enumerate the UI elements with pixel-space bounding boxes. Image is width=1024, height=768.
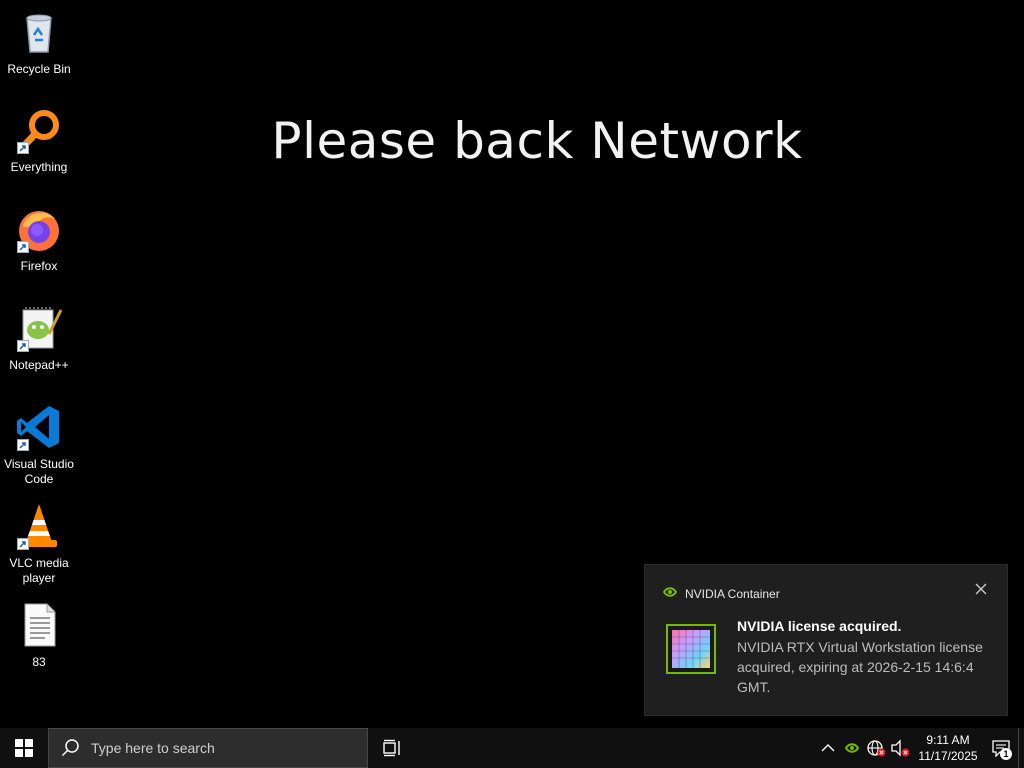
task-view-button[interactable] [374, 728, 410, 768]
taskbar-clock[interactable]: 9:11 AM 11/17/2025 [912, 732, 984, 764]
notepadpp-icon [15, 304, 63, 352]
desktop-icon-vscode[interactable]: Visual Studio Code [0, 403, 78, 487]
nvidia-tray-button[interactable] [840, 728, 864, 768]
firefox-icon [15, 205, 63, 253]
desktop-icon-vlc[interactable]: VLC media player [0, 502, 78, 586]
shortcut-arrow-icon [17, 340, 29, 352]
close-icon [975, 583, 987, 595]
text-file-icon [15, 601, 63, 649]
taskbar: 9:11 AM 11/17/2025 1 [0, 728, 1024, 768]
desktop-icon-notepadpp[interactable]: Notepad++ [0, 304, 78, 373]
desktop-icon-firefox[interactable]: Firefox [0, 205, 78, 274]
network-disconnected-icon [867, 740, 886, 757]
clock-date: 11/17/2025 [918, 749, 978, 763]
action-center-button[interactable]: 1 [984, 728, 1018, 768]
desktop-icon-label: VLC media player [9, 556, 69, 585]
notification-title: NVIDIA license acquired. [737, 618, 902, 634]
show-desktop-button[interactable] [1018, 728, 1024, 768]
nvidia-small-icon [662, 585, 678, 603]
recycle-bin-icon [15, 8, 63, 56]
show-hidden-icons-button[interactable] [816, 728, 840, 768]
shortcut-arrow-icon [17, 439, 29, 451]
chevron-up-icon [821, 744, 835, 752]
notification-app-name: NVIDIA Container [685, 587, 780, 601]
notification-app-row: NVIDIA Container [662, 585, 780, 603]
vlc-icon [15, 502, 63, 550]
nvidia-notification-toast[interactable]: NVIDIA Container NVIDIA license acquired… [644, 564, 1008, 716]
volume-button[interactable] [888, 728, 912, 768]
shortcut-arrow-icon [17, 241, 29, 253]
shortcut-arrow-icon [17, 538, 29, 550]
desktop: Please back Network Recycle Bin Everythi… [0, 0, 1024, 728]
notification-close-button[interactable] [973, 581, 989, 597]
start-button[interactable] [0, 728, 48, 768]
search-input[interactable] [91, 740, 341, 756]
gpu-chip-icon [665, 623, 717, 675]
taskbar-search-box[interactable] [48, 728, 368, 768]
task-view-icon [383, 739, 400, 757]
wallpaper-text: Please back Network [271, 112, 803, 170]
desktop-icon-label: Notepad++ [9, 358, 69, 372]
desktop-icon-label: Everything [10, 160, 68, 174]
desktop-icon-label: Recycle Bin [7, 62, 71, 76]
desktop-icon-label: Firefox [20, 259, 58, 273]
search-icon [61, 738, 81, 758]
vscode-icon [15, 403, 63, 451]
desktop-icon-label: 83 [32, 655, 46, 669]
desktop-icon-everything[interactable]: Everything [0, 106, 78, 175]
network-status-button[interactable] [864, 728, 888, 768]
notification-body: NVIDIA license acquired. NVIDIA RTX Virt… [737, 617, 997, 697]
nvidia-tray-icon [845, 743, 859, 753]
notification-message: NVIDIA RTX Virtual Workstation license a… [737, 639, 983, 695]
system-tray: 9:11 AM 11/17/2025 1 [816, 728, 1024, 768]
volume-muted-icon [891, 739, 910, 757]
desktop-icon-text-file[interactable]: 83 [0, 601, 78, 670]
clock-time: 9:11 AM [926, 733, 970, 747]
everything-search-icon [15, 106, 63, 154]
desktop-icon-label: Visual Studio Code [4, 457, 74, 486]
notification-count-badge: 1 [1000, 748, 1012, 760]
shortcut-arrow-icon [17, 142, 29, 154]
desktop-icon-recycle-bin[interactable]: Recycle Bin [0, 8, 78, 77]
windows-logo-icon [15, 739, 33, 757]
